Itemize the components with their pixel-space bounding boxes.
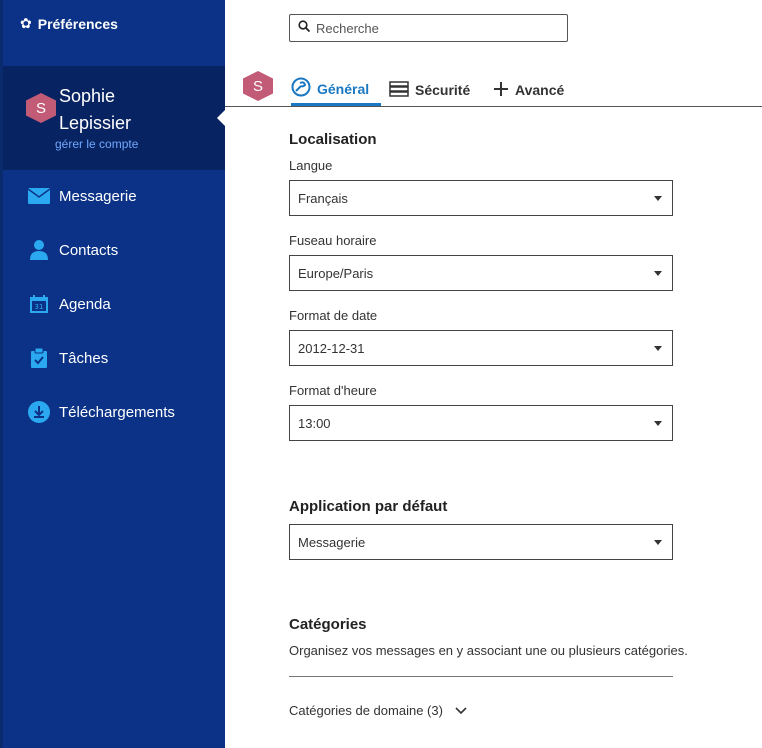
tabs-avatar[interactable]: S <box>243 71 273 101</box>
sidebar-item-messagerie[interactable]: Messagerie <box>28 185 137 207</box>
search-input[interactable] <box>316 20 556 36</box>
sidebar-item-agenda[interactable]: 31 Agenda <box>28 293 111 315</box>
select-value: 2012-12-31 <box>298 340 365 356</box>
tab-avance[interactable]: Avancé <box>493 74 564 106</box>
sidebar-item-label: Tâches <box>59 349 109 367</box>
calendar-icon: 31 <box>28 293 50 315</box>
general-icon <box>291 77 311 100</box>
categories-description: Organisez vos messages en y associant un… <box>289 643 688 658</box>
plus-icon <box>493 81 509 100</box>
categories-title: Catégories <box>289 616 367 633</box>
chevron-down-icon <box>455 703 467 718</box>
gear-icon: ✿ <box>20 15 32 31</box>
tab-general[interactable]: Général <box>291 74 381 106</box>
select-value: Messagerie <box>298 534 366 550</box>
svg-text:31: 31 <box>35 303 44 311</box>
date-format-label: Format de date <box>289 308 378 323</box>
search-icon <box>298 19 311 37</box>
sidebar-item-contacts[interactable]: Contacts <box>28 239 118 261</box>
tabs-bar: S Général Sécurité Avancé <box>225 66 762 107</box>
clipboard-icon <box>28 347 50 369</box>
default-app-select[interactable]: Messagerie <box>289 524 673 560</box>
select-value: Europe/Paris <box>298 265 374 281</box>
account-name: Sophie Lepissier <box>59 86 132 133</box>
localisation-title: Localisation <box>289 131 377 148</box>
mail-icon <box>28 185 50 207</box>
avatar: S <box>26 93 56 123</box>
caret-down-icon <box>654 421 662 426</box>
tab-label: Sécurité <box>415 82 471 98</box>
time-format-select[interactable]: 13:00 <box>289 405 673 441</box>
caret-down-icon <box>654 346 662 351</box>
sidebar-item-taches[interactable]: Tâches <box>28 347 108 369</box>
select-value: 13:00 <box>298 415 331 431</box>
person-icon <box>28 239 50 261</box>
main-content: S Général Sécurité Avancé Localisation L… <box>225 0 762 748</box>
sidebar-item-label: Contacts <box>59 241 119 259</box>
language-label: Langue <box>289 158 333 173</box>
tab-label: Avancé <box>515 82 565 98</box>
timezone-label: Fuseau horaire <box>289 233 377 248</box>
sidebar: ✿ Préférences S Sophie Lepissier gérer l… <box>0 0 226 748</box>
select-value: Français <box>298 190 348 206</box>
sidebar-item-label: Agenda <box>59 295 111 313</box>
preferences-title: ✿ Préférences <box>20 15 118 32</box>
account-block[interactable]: S Sophie Lepissier gérer le compte <box>3 66 226 170</box>
divider <box>289 676 673 677</box>
caret-down-icon <box>654 540 662 545</box>
time-format-label: Format d'heure <box>289 383 377 398</box>
tab-securite[interactable]: Sécurité <box>389 74 470 106</box>
preferences-title-label: Préférences <box>37 15 118 32</box>
sidebar-item-label: Téléchargements <box>59 403 175 421</box>
manage-account-link[interactable]: gérer le compte <box>55 137 138 151</box>
tab-label: Général <box>317 80 370 97</box>
date-format-select[interactable]: 2012-12-31 <box>289 330 673 366</box>
caret-down-icon <box>654 271 662 276</box>
security-icon <box>389 80 409 100</box>
sidebar-item-telechargements[interactable]: Téléchargements <box>28 401 175 423</box>
default-app-title: Application par défaut <box>289 498 448 515</box>
sidebar-item-label: Messagerie <box>59 187 137 205</box>
domain-categories-toggle[interactable]: Catégories de domaine (3) <box>289 703 467 718</box>
download-icon <box>28 401 50 423</box>
caret-down-icon <box>654 196 662 201</box>
search-box[interactable] <box>289 14 568 42</box>
timezone-select[interactable]: Europe/Paris <box>289 255 673 291</box>
domain-categories-label: Catégories de domaine (3) <box>289 703 443 718</box>
language-select[interactable]: Français <box>289 180 673 216</box>
